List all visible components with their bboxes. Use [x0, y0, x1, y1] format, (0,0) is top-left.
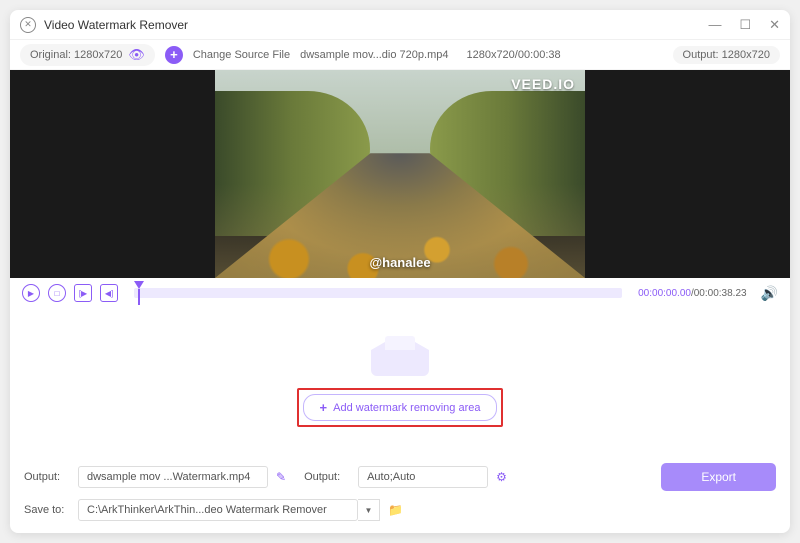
- change-source-link[interactable]: Change Source File: [193, 49, 290, 61]
- watermark-logo: VEED.IO: [511, 76, 575, 92]
- inbox-icon: [371, 336, 429, 376]
- filename-label: dwsample mov...dio 720p.mp4: [300, 49, 448, 61]
- open-folder-icon[interactable]: 📁: [388, 503, 403, 517]
- save-to-label: Save to:: [24, 504, 70, 516]
- minimize-button[interactable]: —: [708, 17, 721, 33]
- watermark-handle: @hanalee: [369, 255, 430, 270]
- window-controls: — ☐ ✕: [708, 17, 780, 33]
- save-path-dropdown[interactable]: ▼: [358, 499, 380, 521]
- output-resolution-pill: Output: 1280x720: [673, 46, 780, 64]
- output-row: Output: dwsample mov ...Watermark.mp4 ✎ …: [24, 463, 776, 491]
- titlebar: ✕ Video Watermark Remover — ☐ ✕: [10, 10, 790, 40]
- app-title: Video Watermark Remover: [44, 18, 708, 32]
- stop-button[interactable]: □: [48, 284, 66, 302]
- maximize-button[interactable]: ☐: [739, 17, 751, 33]
- app-window: ✕ Video Watermark Remover — ☐ ✕ Original…: [10, 10, 790, 533]
- plus-icon: +: [320, 400, 328, 415]
- save-row: Save to: C:\ArkThinker\ArkThin...deo Wat…: [24, 499, 776, 521]
- video-preview[interactable]: VEED.IO @hanalee: [10, 70, 790, 278]
- watermark-area-panel: + Add watermark removing area: [10, 308, 790, 455]
- mark-out-button[interactable]: ◀]: [100, 284, 118, 302]
- export-button[interactable]: Export: [661, 463, 776, 491]
- add-watermark-area-label: Add watermark removing area: [333, 402, 480, 414]
- output-format-field[interactable]: Auto;Auto: [358, 466, 488, 488]
- output-file-label: Output:: [24, 471, 70, 483]
- output-file-field[interactable]: dwsample mov ...Watermark.mp4: [78, 466, 268, 488]
- timeline-track[interactable]: [134, 288, 622, 298]
- add-watermark-area-button[interactable]: + Add watermark removing area: [303, 394, 498, 421]
- original-resolution-label: Original: 1280x720: [30, 49, 122, 61]
- app-icon: ✕: [20, 17, 36, 33]
- player-controls: ▶ □ [▶ ◀] 00:00:00.00/00:00:38.23 🔊: [10, 278, 790, 308]
- original-resolution-pill: Original: 1280x720 👁: [20, 44, 155, 66]
- add-source-icon[interactable]: +: [165, 46, 183, 64]
- play-button[interactable]: ▶: [22, 284, 40, 302]
- mark-in-button[interactable]: [▶: [74, 284, 92, 302]
- current-time: 00:00:00.00: [638, 288, 691, 299]
- volume-icon[interactable]: 🔊: [761, 285, 778, 302]
- resolution-duration-label: 1280x720/00:00:38: [466, 49, 560, 61]
- timecode: 00:00:00.00/00:00:38.23: [638, 288, 746, 299]
- highlight-box: + Add watermark removing area: [297, 388, 504, 427]
- video-frame: VEED.IO @hanalee: [215, 70, 585, 278]
- settings-icon[interactable]: ⚙: [496, 470, 507, 484]
- save-path-group: C:\ArkThinker\ArkThin...deo Watermark Re…: [78, 499, 380, 521]
- file-info: dwsample mov...dio 720p.mp4 1280x720/00:…: [300, 49, 662, 61]
- topbar: Original: 1280x720 👁 + Change Source Fil…: [10, 40, 790, 70]
- close-button[interactable]: ✕: [769, 17, 780, 33]
- playhead[interactable]: [134, 281, 144, 305]
- output-format-label: Output:: [304, 471, 350, 483]
- preview-toggle-icon[interactable]: 👁: [128, 47, 145, 63]
- total-time: 00:00:38.23: [694, 288, 747, 299]
- edit-output-icon[interactable]: ✎: [276, 470, 286, 484]
- save-path-field[interactable]: C:\ArkThinker\ArkThin...deo Watermark Re…: [78, 499, 358, 521]
- output-resolution-label: Output: 1280x720: [683, 49, 770, 61]
- bottom-panel: Output: dwsample mov ...Watermark.mp4 ✎ …: [10, 455, 790, 533]
